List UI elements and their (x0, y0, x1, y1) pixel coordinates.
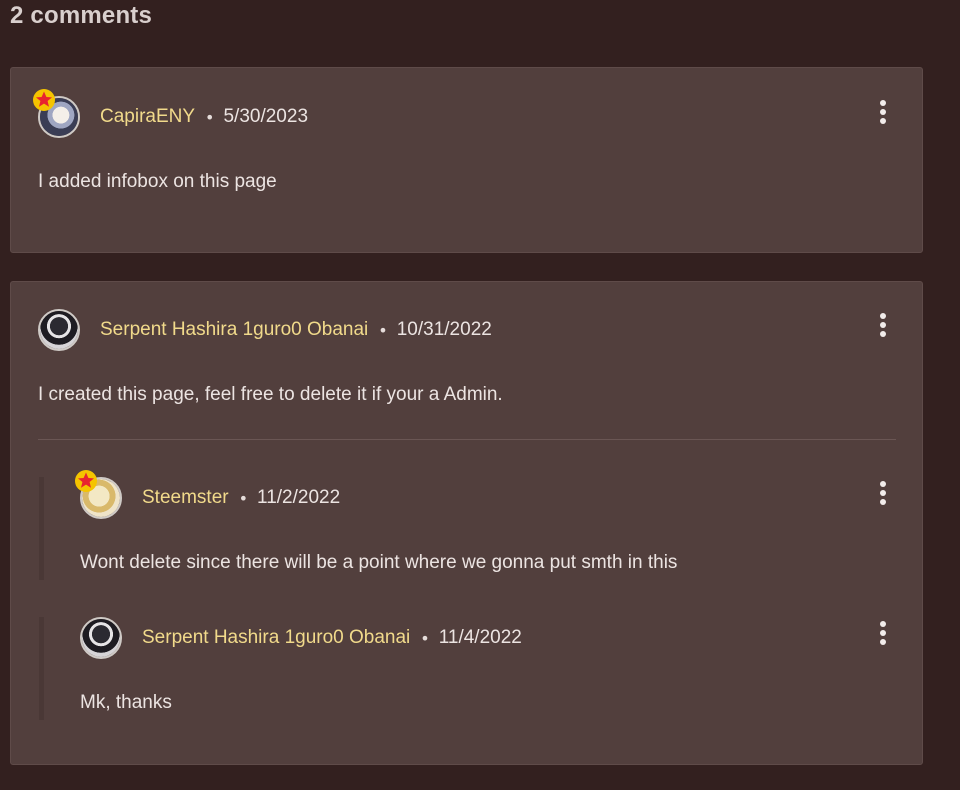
more-vertical-icon[interactable] (878, 312, 888, 340)
reply-date: 11/4/2022 (438, 627, 522, 648)
avatar[interactable] (38, 309, 80, 351)
comment-card: CapiraENY • 5/30/2023 I added infobox on… (10, 67, 923, 253)
comment-author-link[interactable]: CapiraENY (100, 106, 195, 128)
separator-dot: • (420, 628, 430, 648)
reply-header: Steemster • 11/2/2022 (75, 470, 341, 520)
more-vertical-icon[interactable] (878, 480, 888, 508)
comment-body: I added infobox on this page (38, 171, 277, 192)
reply-body: Mk, thanks (80, 692, 172, 713)
reply-header: Serpent Hashira 1guro0 Obanai • 11/4/202… (80, 616, 522, 660)
reply-thread-line (39, 477, 44, 580)
comment-date: 10/31/2022 (396, 319, 492, 340)
reply-author-link[interactable]: Steemster (142, 487, 229, 509)
separator-dot: • (378, 320, 388, 340)
comment-card: Serpent Hashira 1guro0 Obanai • 10/31/20… (10, 281, 923, 765)
more-vertical-icon[interactable] (878, 620, 888, 648)
divider (38, 439, 896, 440)
comment-date: 5/30/2023 (223, 106, 309, 127)
reply-date: 11/2/2022 (257, 487, 341, 508)
star-badge-icon (75, 470, 97, 492)
comment-body: I created this page, feel free to delete… (38, 384, 503, 405)
star-badge-icon (33, 89, 55, 111)
reply-author-link[interactable]: Serpent Hashira 1guro0 Obanai (142, 627, 410, 649)
user-avatar-icon (82, 619, 120, 657)
user-avatar-icon (40, 311, 78, 349)
comment-author-link[interactable]: Serpent Hashira 1guro0 Obanai (100, 319, 368, 341)
avatar[interactable] (80, 617, 122, 659)
avatar[interactable] (33, 89, 80, 138)
comments-section: 2 comments CapiraENY • 5/30/2023 I added… (0, 0, 960, 790)
reply-thread-line (39, 617, 44, 720)
comment-header: CapiraENY • 5/30/2023 (33, 89, 309, 139)
separator-dot: • (205, 107, 215, 127)
avatar[interactable] (75, 470, 122, 519)
comments-count-heading: 2 comments (10, 2, 153, 29)
comment-header: Serpent Hashira 1guro0 Obanai • 10/31/20… (38, 308, 492, 352)
reply-body: Wont delete since there will be a point … (80, 552, 678, 573)
separator-dot: • (238, 488, 249, 508)
more-vertical-icon[interactable] (878, 99, 888, 127)
